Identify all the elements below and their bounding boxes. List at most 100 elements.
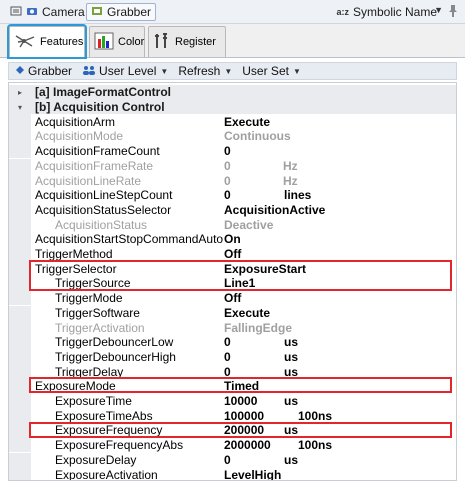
property-value[interactable]: 0 [224,188,231,202]
property-row[interactable]: ExposureActivation LevelHigh [9,467,456,480]
property-row[interactable]: AcquisitionMode Continuous [9,129,456,144]
symbolic-name-label: Symbolic Name [352,5,437,19]
features-tree-icon [14,33,36,52]
pin-icon[interactable] [447,4,459,21]
property-value[interactable]: 2000000 [224,438,271,452]
property-value[interactable]: 0 [224,159,231,173]
property-value[interactable]: Off [224,291,241,305]
row-gutter [9,393,31,409]
chevron-down-icon[interactable]: ▼ [434,5,443,15]
row-gutter [9,261,31,277]
property-name: AcquisitionMode [35,129,124,144]
feature-toolbar: Grabber User Level ▼ Refresh ▼ User Set … [8,62,457,80]
property-row[interactable]: ExposureFrequency 200000 us [9,423,456,438]
property-row[interactable]: AcquisitionFrameCount 0 [9,143,456,159]
camera-tab-button[interactable]: Camera [10,3,85,21]
user-set-dropdown[interactable]: User Set ▼ [242,64,301,78]
property-value[interactable]: Deactive [224,218,273,232]
property-row[interactable]: ExposureTime 10000 us [9,393,456,409]
property-value[interactable]: 0 [224,335,231,349]
property-value[interactable]: LevelHigh [224,468,281,480]
property-row[interactable]: AcquisitionFrameRate 0 Hz [9,158,456,174]
property-row[interactable]: AcquisitionLineRate 0 Hz [9,173,456,188]
property-value[interactable]: 10000 [224,394,257,408]
property-row[interactable]: AcquisitionStatusSelector AcquisitionActi… [9,202,456,218]
property-row[interactable]: TriggerMethod Off [9,246,456,262]
property-value[interactable]: 0 [224,350,231,364]
refresh-dropdown[interactable]: Refresh ▼ [178,64,232,78]
property-row[interactable]: TriggerMode Off [9,290,456,306]
property-value[interactable]: 200000 [224,423,264,437]
category-label: [a] ImageFormatControl [35,85,172,100]
property-row[interactable]: TriggerActivation FallingEdge [9,320,456,335]
color-bars-icon [94,32,114,53]
property-value[interactable]: 0 [224,144,231,158]
property-row[interactable]: TriggerDelay 0 us [9,364,456,379]
property-value[interactable]: 100000 [224,409,264,423]
collapse-icon[interactable]: ▾ [9,99,31,115]
tab-color-label: Color [118,36,145,48]
property-value[interactable]: Continuous [224,129,291,143]
row-gutter [9,408,31,424]
property-name: AcquisitionStatus [55,217,148,232]
property-value[interactable]: 0 [224,174,231,188]
property-unit: lines [284,188,312,203]
property-value[interactable]: ExposureStart [224,262,306,276]
property-name: AcquisitionStartStopCommandAuto [35,232,224,247]
row-gutter [9,290,31,306]
property-row[interactable]: AcquisitionLineStepCount 0 lines [9,187,456,203]
property-row[interactable]: ExposureDelay 0 us [9,452,456,468]
user-level-dropdown[interactable]: User Level ▼ [82,64,168,78]
property-value[interactable]: 0 [224,365,231,379]
category-row-image-format[interactable]: ▸ [a] ImageFormatControl [9,85,456,100]
property-row[interactable]: TriggerDebouncerLow 0 us [9,334,456,350]
property-name: TriggerDelay [55,364,124,379]
property-value[interactable]: Execute [224,115,270,129]
property-value[interactable]: On [224,232,241,246]
sort-az-icon: a:z [336,7,349,17]
property-value[interactable]: AcquisitionActive [224,203,325,217]
property-value[interactable]: Line1 [224,276,255,290]
category-row-acquisition[interactable]: ▾ [b] Acquisition Control [9,99,456,115]
chevron-down-icon: ▼ [160,66,169,76]
property-name: TriggerDebouncerLow [55,335,174,350]
property-row[interactable]: TriggerSelector ExposureStart [9,261,456,277]
property-row[interactable]: ExposureMode Timed [9,379,456,394]
user-set-label: User Set [242,64,289,78]
grabber-toolbar-button[interactable]: Grabber [15,64,72,78]
property-row[interactable]: AcquisitionStatus Deactive [9,217,456,232]
tab-features-label: Features [40,36,84,48]
property-row[interactable]: TriggerSoftware Execute [9,305,456,321]
tab-color[interactable]: Color [89,26,145,57]
property-row[interactable]: TriggerDebouncerHigh 0 us [9,349,456,365]
property-value[interactable]: Timed [224,379,259,393]
row-gutter [9,158,31,174]
property-row[interactable]: ExposureFrequencyAbs 2000000 100ns [9,437,456,453]
tab-features[interactable]: Features [7,24,87,59]
chevron-down-icon: ▼ [292,66,301,76]
property-name: TriggerActivation [55,320,145,335]
property-row[interactable]: TriggerSource Line1 [9,276,456,291]
property-row[interactable]: ExposureTimeAbs 100000 100ns [9,408,456,424]
expand-icon[interactable]: ▸ [9,85,31,100]
property-row[interactable]: AcquisitionStartStopCommandAuto On [9,232,456,247]
property-name: AcquisitionArm [35,114,116,129]
property-name: TriggerMode [55,291,123,306]
feature-property-grid: ▸ [a] ImageFormatControl ▾ [b] Acquisiti… [8,82,457,481]
property-value[interactable]: 0 [224,453,231,467]
symbolic-name-selector[interactable]: a:z Symbolic Name [336,3,437,21]
chevron-down-icon: ▼ [224,66,233,76]
user-level-label: User Level [99,64,157,78]
grabber-small-icon [15,65,25,78]
property-row[interactable]: AcquisitionArm Execute [9,114,456,130]
property-unit: us [284,349,299,364]
row-gutter [9,217,31,232]
property-value[interactable]: FallingEdge [224,321,292,335]
list-icon [10,5,22,20]
users-icon [82,65,96,78]
grabber-tab-button[interactable]: Grabber [86,3,157,21]
property-value[interactable]: Execute [224,306,270,320]
property-value[interactable]: Off [224,247,241,261]
tab-register[interactable]: Register [148,26,226,57]
property-name: ExposureMode [35,379,116,394]
